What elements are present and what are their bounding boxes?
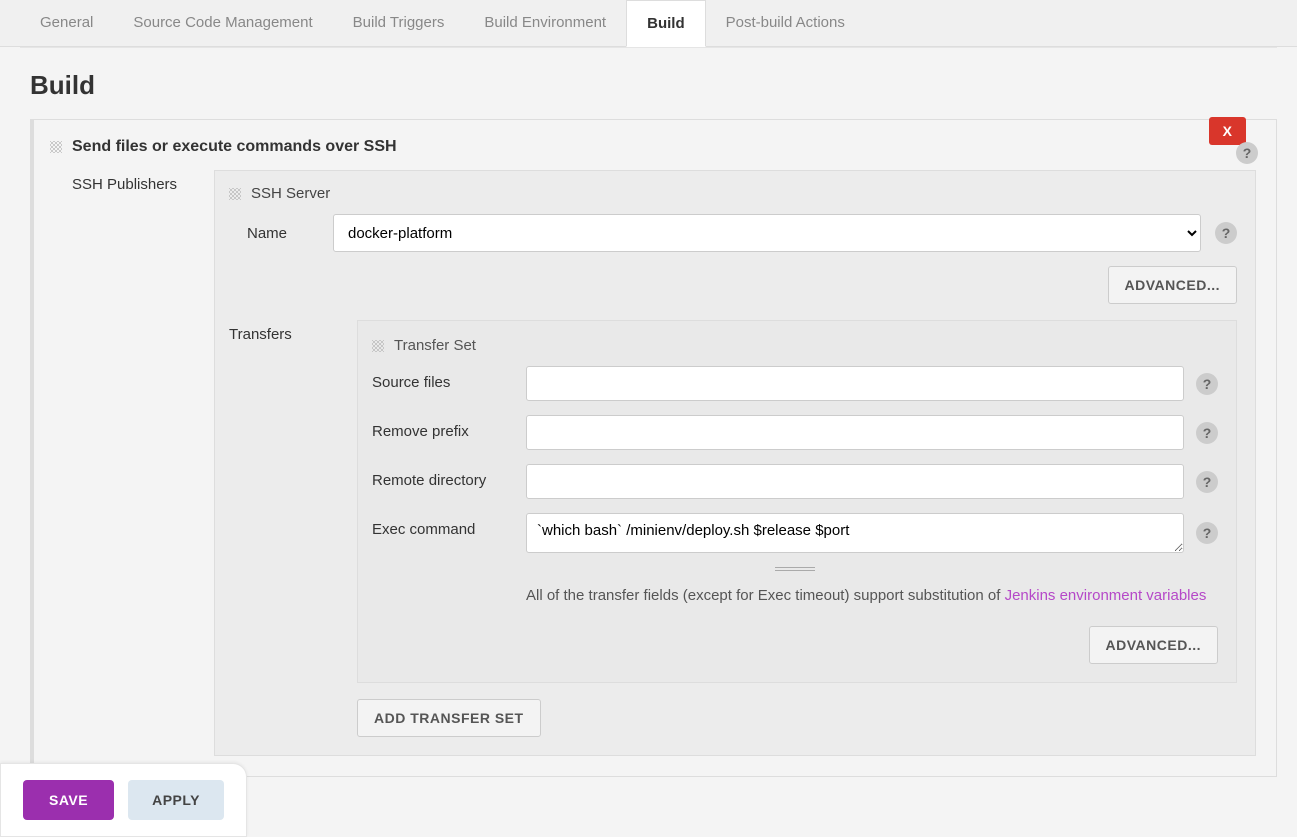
tab-build-triggers[interactable]: Build Triggers xyxy=(333,0,465,46)
tab-post-build-actions[interactable]: Post-build Actions xyxy=(706,0,865,46)
remote-directory-input[interactable] xyxy=(526,464,1184,499)
help-icon[interactable]: ? xyxy=(1236,142,1258,164)
transfer-set-title: Transfer Set xyxy=(394,337,476,354)
ssh-name-label: Name xyxy=(229,225,319,242)
help-icon[interactable]: ? xyxy=(1196,422,1218,444)
tab-scm[interactable]: Source Code Management xyxy=(113,0,332,46)
config-tabs: General Source Code Management Build Tri… xyxy=(0,0,1297,47)
add-transfer-set-button[interactable]: ADD TRANSFER SET xyxy=(357,699,541,737)
page-title: Build xyxy=(0,48,1297,119)
ssh-server-panel: SSH Server Name docker-platform ? ADVANC… xyxy=(214,170,1256,756)
build-step-ssh: X ? Send files or execute commands over … xyxy=(30,119,1277,777)
help-icon[interactable]: ? xyxy=(1215,222,1237,244)
help-icon[interactable]: ? xyxy=(1196,522,1218,544)
source-files-input[interactable] xyxy=(526,366,1184,401)
transfers-label: Transfers xyxy=(229,320,339,343)
exec-command-label: Exec command xyxy=(372,513,512,538)
ssh-server-name-select[interactable]: docker-platform xyxy=(333,214,1201,252)
transfer-note: All of the transfer fields (except for E… xyxy=(526,585,1218,608)
transfer-advanced-button[interactable]: ADVANCED... xyxy=(1089,626,1218,664)
apply-button[interactable]: APPLY xyxy=(128,780,224,820)
step-header: Send files or execute commands over SSH xyxy=(46,132,1256,170)
resize-handle[interactable] xyxy=(775,567,815,573)
help-icon[interactable]: ? xyxy=(1196,471,1218,493)
help-icon[interactable]: ? xyxy=(1196,373,1218,395)
step-title: Send files or execute commands over SSH xyxy=(72,138,397,156)
exec-command-input[interactable] xyxy=(526,513,1184,553)
ssh-server-advanced-button[interactable]: ADVANCED... xyxy=(1108,266,1237,304)
env-vars-link[interactable]: Jenkins environment variables xyxy=(1005,587,1207,604)
tab-general[interactable]: General xyxy=(20,0,113,46)
remove-prefix-input[interactable] xyxy=(526,415,1184,450)
ssh-server-title: SSH Server xyxy=(251,185,330,202)
drag-handle-icon[interactable] xyxy=(372,340,384,352)
drag-handle-icon[interactable] xyxy=(229,188,241,200)
save-button[interactable]: SAVE xyxy=(23,780,114,820)
drag-handle-icon[interactable] xyxy=(50,141,62,153)
tab-build[interactable]: Build xyxy=(626,0,706,47)
remote-directory-label: Remote directory xyxy=(372,464,512,489)
remove-step-button[interactable]: X xyxy=(1209,117,1246,145)
transfer-set-panel: Transfer Set Source files ? Remove xyxy=(357,320,1237,683)
footer-actions: SAVE APPLY xyxy=(0,763,247,837)
remove-prefix-label: Remove prefix xyxy=(372,415,512,440)
tab-build-environment[interactable]: Build Environment xyxy=(464,0,626,46)
ssh-publishers-label: SSH Publishers xyxy=(46,170,196,193)
source-files-label: Source files xyxy=(372,366,512,391)
